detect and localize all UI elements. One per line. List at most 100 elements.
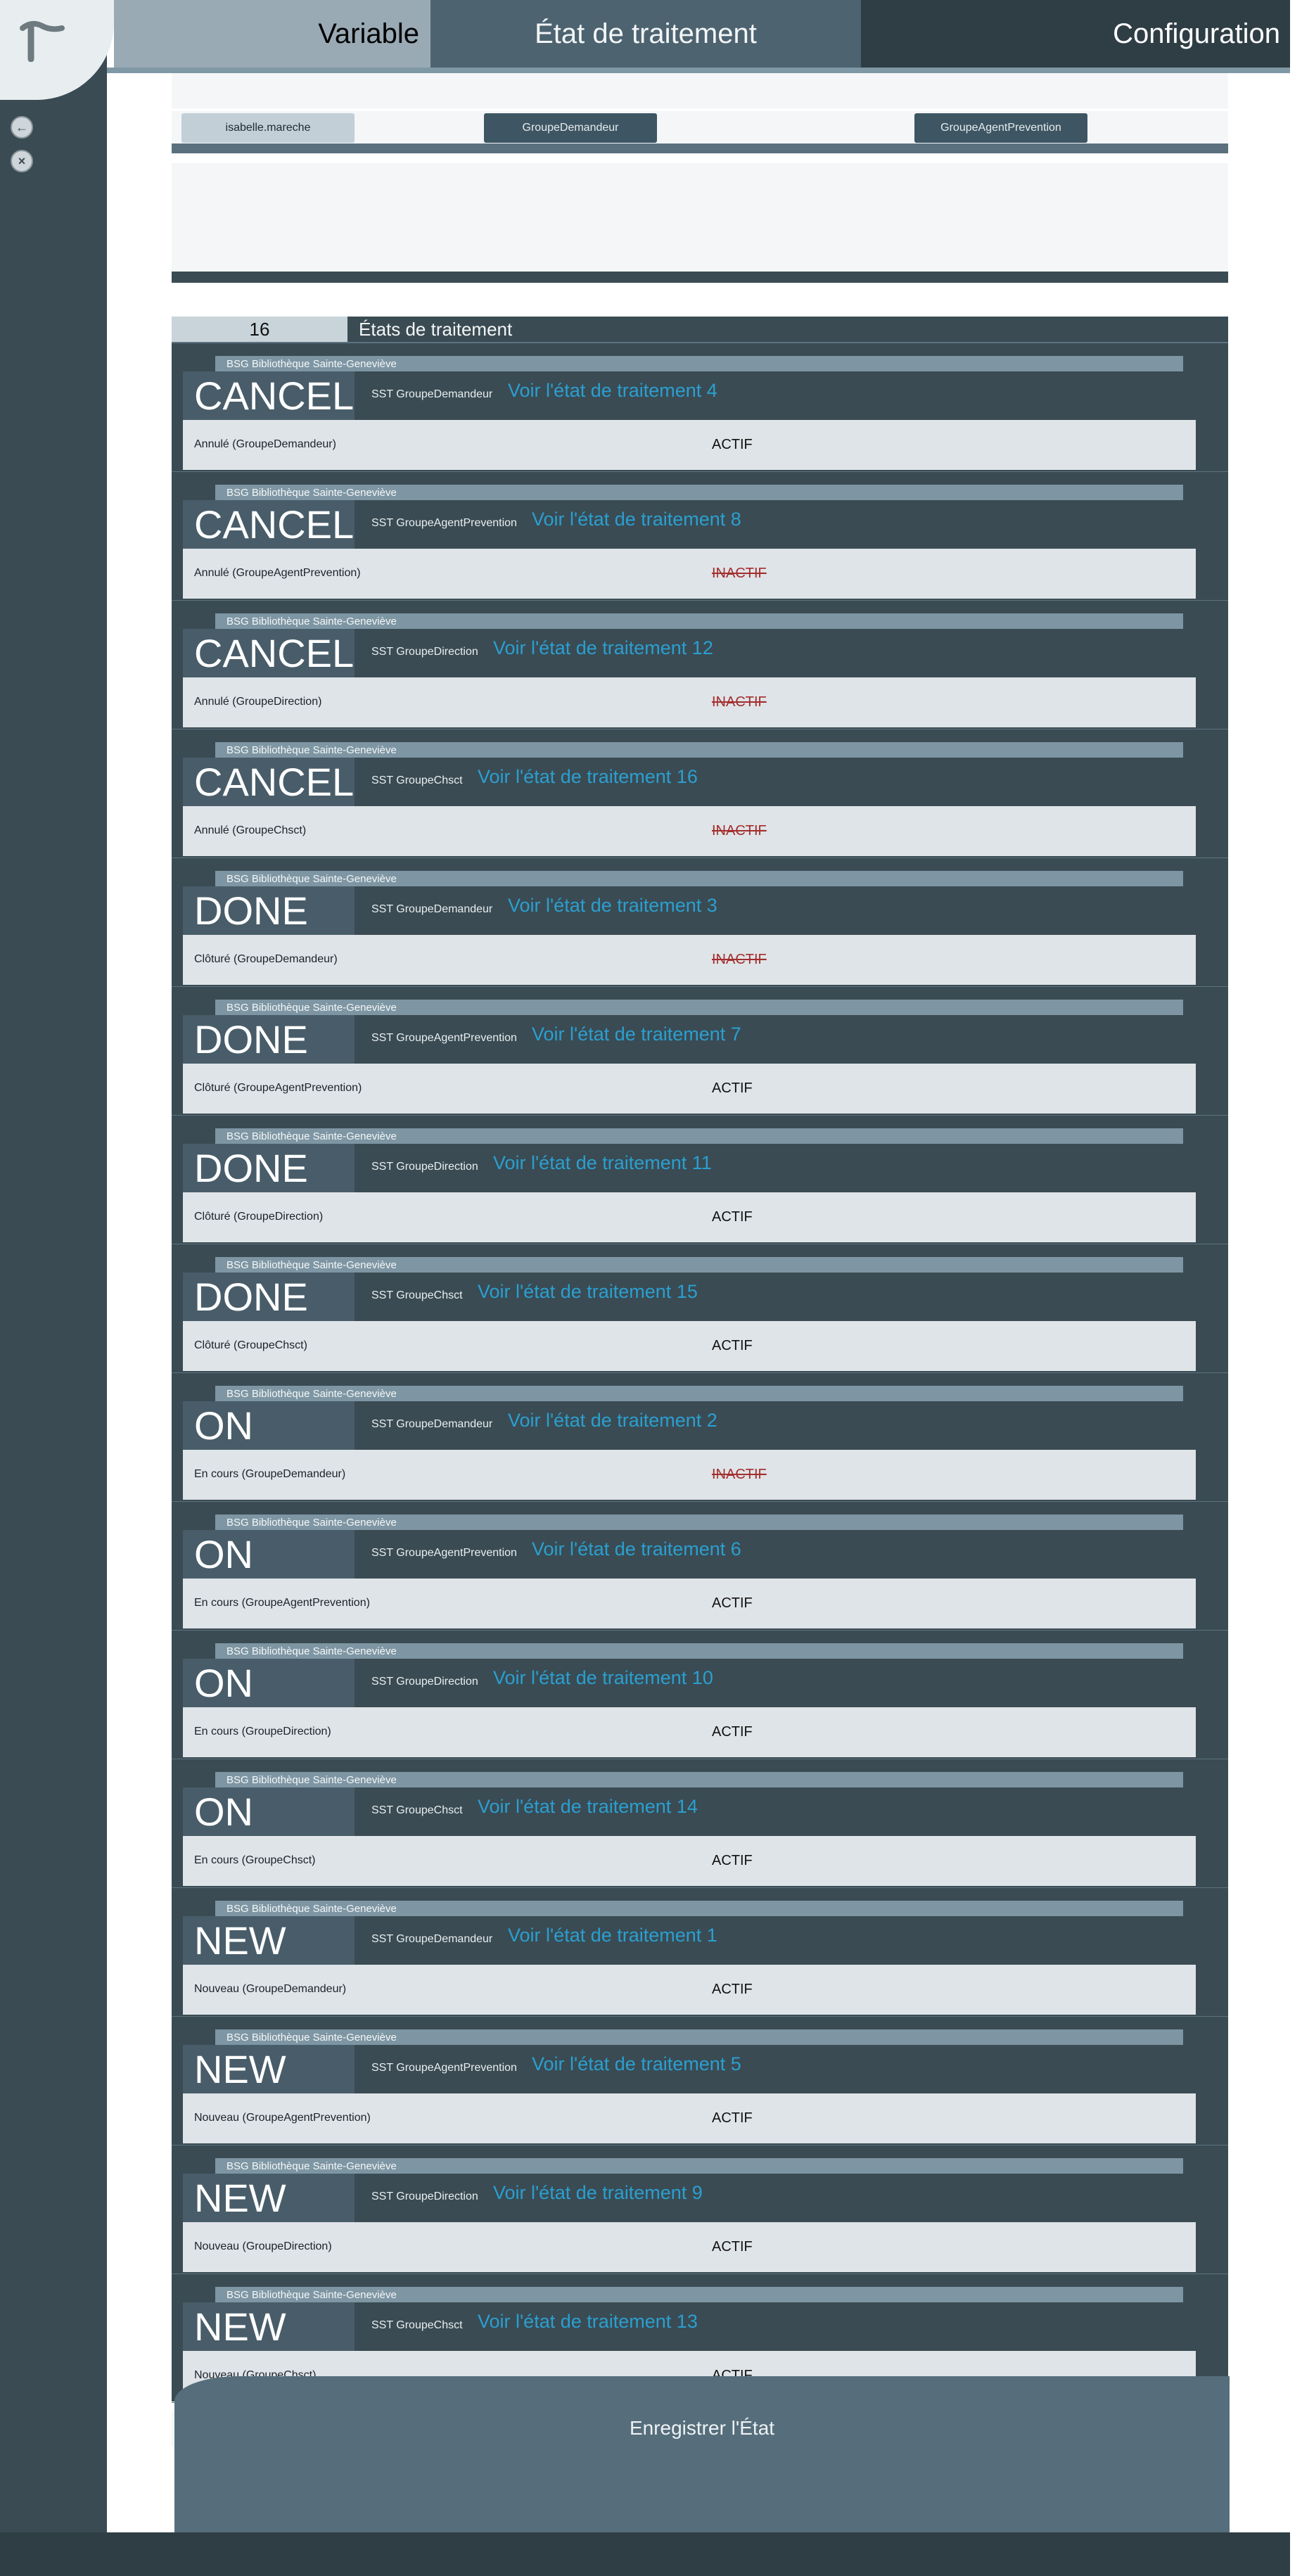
close-button[interactable]: × <box>11 150 33 172</box>
status-badge: ACTIF <box>712 1338 753 1353</box>
item-content: Nouveau (GroupeAgentPrevention) ACTIF <box>183 2093 1196 2143</box>
view-etat-link[interactable]: Voir l'état de traitement 9 <box>493 2182 703 2204</box>
status-badge: ACTIF <box>712 1080 753 1096</box>
view-etat-link[interactable]: Voir l'état de traitement 13 <box>478 2311 698 2333</box>
group-label: SST GroupeChsct <box>371 1289 463 1301</box>
view-etat-link[interactable]: Voir l'état de traitement 5 <box>532 2053 741 2075</box>
item-label: Nouveau (GroupeAgentPrevention) <box>194 2112 371 2124</box>
view-etat-link[interactable]: Voir l'état de traitement 10 <box>493 1667 713 1689</box>
item-label: Annulé (GroupeDemandeur) <box>194 438 336 450</box>
view-etat-link[interactable]: Voir l'état de traitement 15 <box>478 1281 698 1303</box>
org-label: BSG Bibliothèque Sainte-Geneviève <box>215 2158 1183 2174</box>
group-label: SST GroupeDemandeur <box>371 388 493 400</box>
etat-code: CANCEL <box>183 371 355 420</box>
user-chip[interactable]: isabelle.mareche <box>181 113 355 143</box>
group-label: SST GroupeAgentPrevention <box>371 1032 517 1044</box>
org-label: BSG Bibliothèque Sainte-Geneviève <box>215 1128 1183 1144</box>
back-button[interactable]: ← <box>11 116 33 139</box>
back-icon: ← <box>15 120 28 134</box>
group-label: SST GroupeDirection <box>371 2191 478 2202</box>
group-chip-agent-prevention[interactable]: GroupeAgentPrevention <box>914 113 1087 143</box>
group-label: SST GroupeAgentPrevention <box>371 2062 517 2074</box>
status-badge: INACTIF <box>712 952 767 967</box>
item-label: Clôturé (GroupeDirection) <box>194 1211 324 1223</box>
top-strip <box>172 73 1228 108</box>
group-chip-demandeur[interactable]: GroupeDemandeur <box>484 113 657 143</box>
item-label: En cours (GroupeChsct) <box>194 1854 316 1866</box>
item-content: Nouveau (GroupeDemandeur) ACTIF <box>183 1965 1196 2015</box>
sidebar <box>0 0 107 2576</box>
list-item: BSG Bibliothèque Sainte-Geneviève CANCEL S… <box>172 729 1228 858</box>
status-badge: ACTIF <box>712 1595 753 1611</box>
view-etat-link[interactable]: Voir l'état de traitement 7 <box>532 1024 741 1045</box>
tab-configuration[interactable]: Configuration <box>861 0 1290 68</box>
item-label: Nouveau (GroupeDemandeur) <box>194 1983 347 1995</box>
view-etat-link[interactable]: Voir l'état de traitement 14 <box>478 1796 698 1818</box>
list-item: BSG Bibliothèque Sainte-Geneviève NEW SST … <box>172 1888 1228 2017</box>
group-label: SST GroupeDirection <box>371 646 478 658</box>
org-label: BSG Bibliothèque Sainte-Geneviève <box>215 1772 1183 1787</box>
list-item: BSG Bibliothèque Sainte-Geneviève NEW SST … <box>172 2017 1228 2145</box>
status-badge: ACTIF <box>712 1853 753 1868</box>
list-item: BSG Bibliothèque Sainte-Geneviève DONE SST… <box>172 1116 1228 1244</box>
footer <box>0 2532 1290 2576</box>
org-label: BSG Bibliothèque Sainte-Geneviève <box>215 356 1183 371</box>
view-etat-link[interactable]: Voir l'état de traitement 12 <box>493 637 713 659</box>
list-title: États de traitement <box>359 318 513 340</box>
view-etat-link[interactable]: Voir l'état de traitement 2 <box>508 1410 717 1432</box>
etat-code: ON <box>183 1659 355 1707</box>
item-label: En cours (GroupeDemandeur) <box>194 1468 346 1480</box>
list-item: BSG Bibliothèque Sainte-Geneviève ON SST G… <box>172 1759 1228 1888</box>
group-label: SST GroupeDirection <box>371 1676 478 1688</box>
item-content: Clôturé (GroupeDemandeur) INACTIF <box>183 935 1196 985</box>
list-item: BSG Bibliothèque Sainte-Geneviève ON SST G… <box>172 1502 1228 1631</box>
etat-code: CANCEL <box>183 500 355 549</box>
view-etat-link[interactable]: Voir l'état de traitement 8 <box>532 509 741 530</box>
etat-code: DONE <box>183 1273 355 1321</box>
list-item: BSG Bibliothèque Sainte-Geneviève CANCEL S… <box>172 601 1228 729</box>
org-label: BSG Bibliothèque Sainte-Geneviève <box>215 1257 1183 1273</box>
org-label: BSG Bibliothèque Sainte-Geneviève <box>215 1901 1183 1916</box>
etat-code: CANCEL <box>183 758 355 806</box>
etat-code: DONE <box>183 1015 355 1064</box>
group-label: SST GroupeDemandeur <box>371 1418 493 1430</box>
etat-code: NEW <box>183 2045 355 2093</box>
org-label: BSG Bibliothèque Sainte-Geneviève <box>215 871 1183 886</box>
etat-list: BSG Bibliothèque Sainte-Geneviève CANCEL S… <box>172 343 1228 2403</box>
view-etat-link[interactable]: Voir l'état de traitement 6 <box>532 1538 741 1560</box>
view-etat-link[interactable]: Voir l'état de traitement 4 <box>508 380 717 402</box>
view-etat-link[interactable]: Voir l'état de traitement 1 <box>508 1925 717 1946</box>
status-badge: INACTIF <box>712 694 767 710</box>
org-label: BSG Bibliothèque Sainte-Geneviève <box>215 1515 1183 1530</box>
item-content: En cours (GroupeChsct) ACTIF <box>183 1836 1196 1886</box>
save-button[interactable]: Enregistrer l'État <box>174 2376 1230 2532</box>
status-badge: INACTIF <box>712 1467 767 1482</box>
item-count: 16 <box>172 317 347 342</box>
etat-code: NEW <box>183 2174 355 2222</box>
divider <box>172 144 1228 153</box>
etat-code: ON <box>183 1401 355 1450</box>
group-label: SST GroupeChsct <box>371 2319 463 2331</box>
org-label: BSG Bibliothèque Sainte-Geneviève <box>215 1643 1183 1659</box>
logo-icon <box>20 20 65 62</box>
etat-code: DONE <box>183 1144 355 1192</box>
etat-code: NEW <box>183 2302 355 2351</box>
org-label: BSG Bibliothèque Sainte-Geneviève <box>215 2287 1183 2302</box>
list-item: BSG Bibliothèque Sainte-Geneviève ON SST G… <box>172 1631 1228 1759</box>
org-label: BSG Bibliothèque Sainte-Geneviève <box>215 2029 1183 2045</box>
etat-code: ON <box>183 1787 355 1836</box>
view-etat-link[interactable]: Voir l'état de traitement 16 <box>478 766 698 788</box>
tab-variable[interactable]: Variable <box>114 0 430 68</box>
list-header: 16 États de traitement <box>172 317 1228 343</box>
item-content: Annulé (GroupeDemandeur) ACTIF <box>183 420 1196 470</box>
item-content: Clôturé (GroupeAgentPrevention) ACTIF <box>183 1064 1196 1114</box>
group-label: SST GroupeChsct <box>371 774 463 786</box>
view-etat-link[interactable]: Voir l'état de traitement 11 <box>493 1152 712 1174</box>
item-content: Nouveau (GroupeDirection) ACTIF <box>183 2222 1196 2272</box>
tab-etat-de-traitement[interactable]: État de traitement <box>430 0 861 68</box>
view-etat-link[interactable]: Voir l'état de traitement 3 <box>508 895 717 917</box>
item-content: Clôturé (GroupeChsct) ACTIF <box>183 1321 1196 1371</box>
list-item: BSG Bibliothèque Sainte-Geneviève CANCEL S… <box>172 472 1228 601</box>
item-content: En cours (GroupeDemandeur) INACTIF <box>183 1450 1196 1500</box>
list-item: BSG Bibliothèque Sainte-Geneviève NEW SST … <box>172 2145 1228 2274</box>
